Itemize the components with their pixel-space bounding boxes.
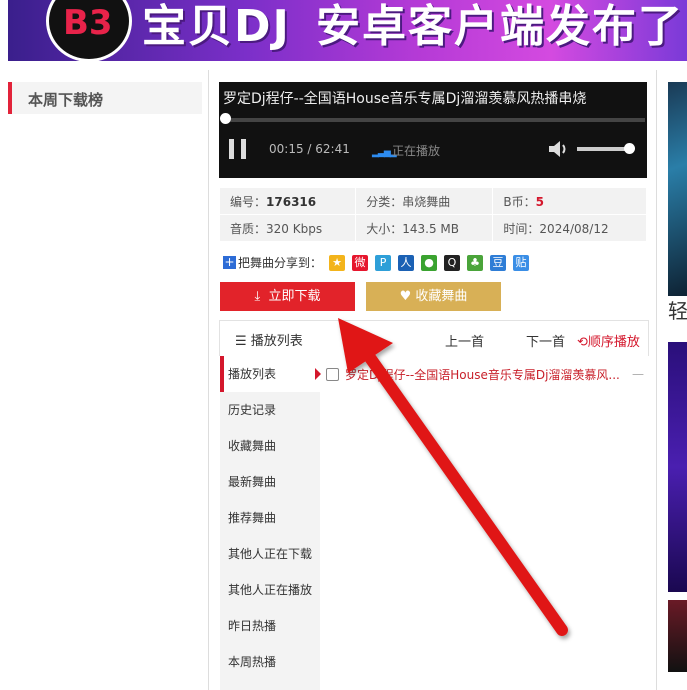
weibo-icon[interactable]: 微 xyxy=(352,254,369,271)
sidebar-item-weekly-hot[interactable]: 本周热播 xyxy=(220,644,320,680)
date-value: 2024/08/12 xyxy=(539,221,609,236)
tieba-icon[interactable]: 贴 xyxy=(513,254,530,271)
douban-icon[interactable]: 豆 xyxy=(490,254,507,271)
kaixin-icon[interactable]: ♣ xyxy=(467,254,484,271)
song-menu[interactable]: — xyxy=(632,367,644,381)
progress-handle[interactable] xyxy=(220,113,231,124)
track-id: 176316 xyxy=(266,194,317,209)
playback-time: 00:15 / 62:41 xyxy=(269,142,350,156)
playlist-tab[interactable]: ☰ 播放列表 xyxy=(235,330,303,349)
next-track-button[interactable]: 下一首 xyxy=(526,331,565,350)
right-side-label: 轻 xyxy=(668,296,687,326)
sidebar-item-yesterday-hot[interactable]: 昨日热播 xyxy=(220,608,320,644)
right-side-thumbnail[interactable] xyxy=(668,82,687,296)
sidebar-item-others-playing[interactable]: 其他人正在播放 xyxy=(220,572,320,608)
banner-subtitle: 安卓客户端发布了!! xyxy=(316,1,687,52)
sidebar-item-favorites[interactable]: 收藏舞曲 xyxy=(220,428,320,464)
qq-icon[interactable]: Q xyxy=(444,254,461,271)
track-id-cell: 编号：176316 xyxy=(218,187,357,215)
active-arrow-icon xyxy=(315,368,321,380)
volume-icon[interactable] xyxy=(548,139,568,159)
pause-icon[interactable] xyxy=(229,139,247,159)
song-checkbox[interactable] xyxy=(326,367,339,381)
volume-handle[interactable] xyxy=(624,143,635,154)
list-icon: ☰ xyxy=(235,334,247,349)
banner-title: 宝贝DJ xyxy=(142,1,291,52)
sidebar-item-recommended[interactable]: 推荐舞曲 xyxy=(220,500,320,536)
sidebar-item-history[interactable]: 历史记录 xyxy=(220,392,320,428)
progress-bar[interactable] xyxy=(225,118,645,122)
volume-slider[interactable] xyxy=(577,147,629,151)
renren-icon[interactable]: 人 xyxy=(398,254,415,271)
favorite-label: 收藏舞曲 xyxy=(415,289,468,304)
sidebar-item-newest[interactable]: 最新舞曲 xyxy=(220,464,320,500)
previous-track-button[interactable]: 上一首 xyxy=(445,331,484,350)
track-title: 罗定Dj程仔--全国语House音乐专属Dj溜溜羡慕风热播串烧 xyxy=(223,91,587,107)
quality-value: 320 Kbps xyxy=(266,221,323,236)
playlist-sidebar: 播放列表 历史记录 收藏舞曲 最新舞曲 推荐舞曲 其他人正在下载 其他人正在播放… xyxy=(220,356,321,690)
playlist-header: ☰ 播放列表 上一首 下一首 ⟲顺序播放 xyxy=(219,320,649,356)
app-banner[interactable]: B3 宝贝DJ 安卓客户端发布了!! xyxy=(8,0,687,61)
right-side-thumbnail-3[interactable] xyxy=(668,600,687,672)
share-label: 把舞曲分享到： xyxy=(238,256,323,270)
sidebar-item-others-downloading[interactable]: 其他人正在下载 xyxy=(220,536,320,572)
heart-icon: ♥ xyxy=(399,289,412,304)
size-cell: 大小：143.5 MB xyxy=(355,214,494,242)
download-button[interactable]: ⤓ 立即下载 xyxy=(220,282,355,311)
right-side-thumbnail-2[interactable] xyxy=(668,342,687,592)
weekly-download-chart-title: 本周下载榜 xyxy=(28,91,104,109)
coin-value: 5 xyxy=(535,194,544,209)
baobei-dj-logo: B3 xyxy=(46,0,132,61)
playback-status: 正在播放 xyxy=(392,144,441,158)
track-info-table: 编号：176316 分类：串烧舞曲 B币：5 音质：320 Kbps 大小：14… xyxy=(218,187,647,242)
quality-cell: 音质：320 Kbps xyxy=(218,214,357,242)
play-order-button[interactable]: ⟲顺序播放 xyxy=(577,331,640,350)
sidebar-item-playlist[interactable]: 播放列表 xyxy=(220,356,320,392)
download-label: 立即下载 xyxy=(268,289,321,304)
size-value: 143.5 MB xyxy=(402,221,460,236)
qzone-icon[interactable]: ★ xyxy=(329,254,346,271)
song-name[interactable]: 罗定Dj程仔--全国语House音乐专属Dj溜溜羡慕风... xyxy=(345,366,620,383)
logo-text: B3 xyxy=(63,3,113,43)
share-bar: + 把舞曲分享到： ★ 微 P 人 ● Q ♣ 豆 贴 xyxy=(223,254,530,271)
weekly-download-chart-heading: 本周下载榜 xyxy=(8,82,202,114)
download-icon: ⤓ xyxy=(254,289,261,304)
playlist-song-row[interactable]: 罗定Dj程仔--全国语House音乐专属Dj溜溜羡慕风... — xyxy=(326,364,644,384)
wechat-icon[interactable]: ● xyxy=(421,254,438,271)
coin-cell: B币：5 xyxy=(492,187,647,215)
audio-player: 罗定Dj程仔--全国语House音乐专属Dj溜溜羡慕风热播串烧 00:15 / … xyxy=(219,82,647,178)
plus-icon: + xyxy=(223,255,236,269)
tencent-weibo-icon[interactable]: P xyxy=(375,254,392,271)
category-cell: 分类：串烧舞曲 xyxy=(355,187,494,215)
repeat-icon: ⟲ xyxy=(577,335,588,350)
category-value: 串烧舞曲 xyxy=(402,194,451,209)
favorite-button[interactable]: ♥ 收藏舞曲 xyxy=(366,282,501,311)
date-cell: 时间：2024/08/12 xyxy=(492,214,647,242)
